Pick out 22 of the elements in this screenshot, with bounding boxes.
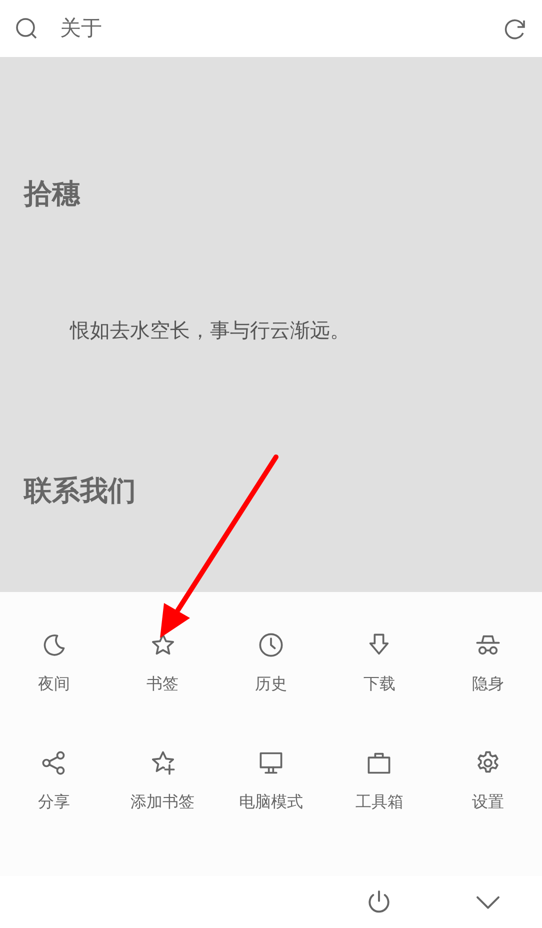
- menu-item[interactable]: 隐身: [472, 632, 504, 714]
- moon-icon: [41, 632, 68, 658]
- section-title: 联系我们: [24, 474, 136, 508]
- menu-item[interactable]: 历史: [254, 632, 287, 714]
- menu-item[interactable]: 下载: [363, 632, 396, 714]
- menu-item[interactable]: 电脑模式: [238, 750, 303, 832]
- menu-item[interactable]: 工具箱: [355, 750, 404, 832]
- menu-item[interactable]: 夜间: [38, 632, 70, 714]
- menu-item[interactable]: 设置: [472, 750, 504, 832]
- search-icon[interactable]: [15, 16, 39, 40]
- share-icon: [41, 750, 68, 776]
- menu-item[interactable]: 分享: [38, 750, 70, 832]
- address-field[interactable]: 关于: [60, 12, 503, 44]
- monitor-icon: [258, 750, 284, 776]
- menu-item[interactable]: 书签: [146, 632, 179, 714]
- quote-text: 恨如去水空长，事与行云渐远。: [70, 319, 350, 344]
- clock-icon: [258, 632, 284, 658]
- menu-item[interactable]: 添加书签: [130, 750, 195, 832]
- refresh-icon[interactable]: [503, 16, 527, 40]
- briefcase-icon: [366, 750, 392, 776]
- star-plus-icon: [150, 750, 176, 776]
- section-title: 拾穗: [24, 177, 80, 211]
